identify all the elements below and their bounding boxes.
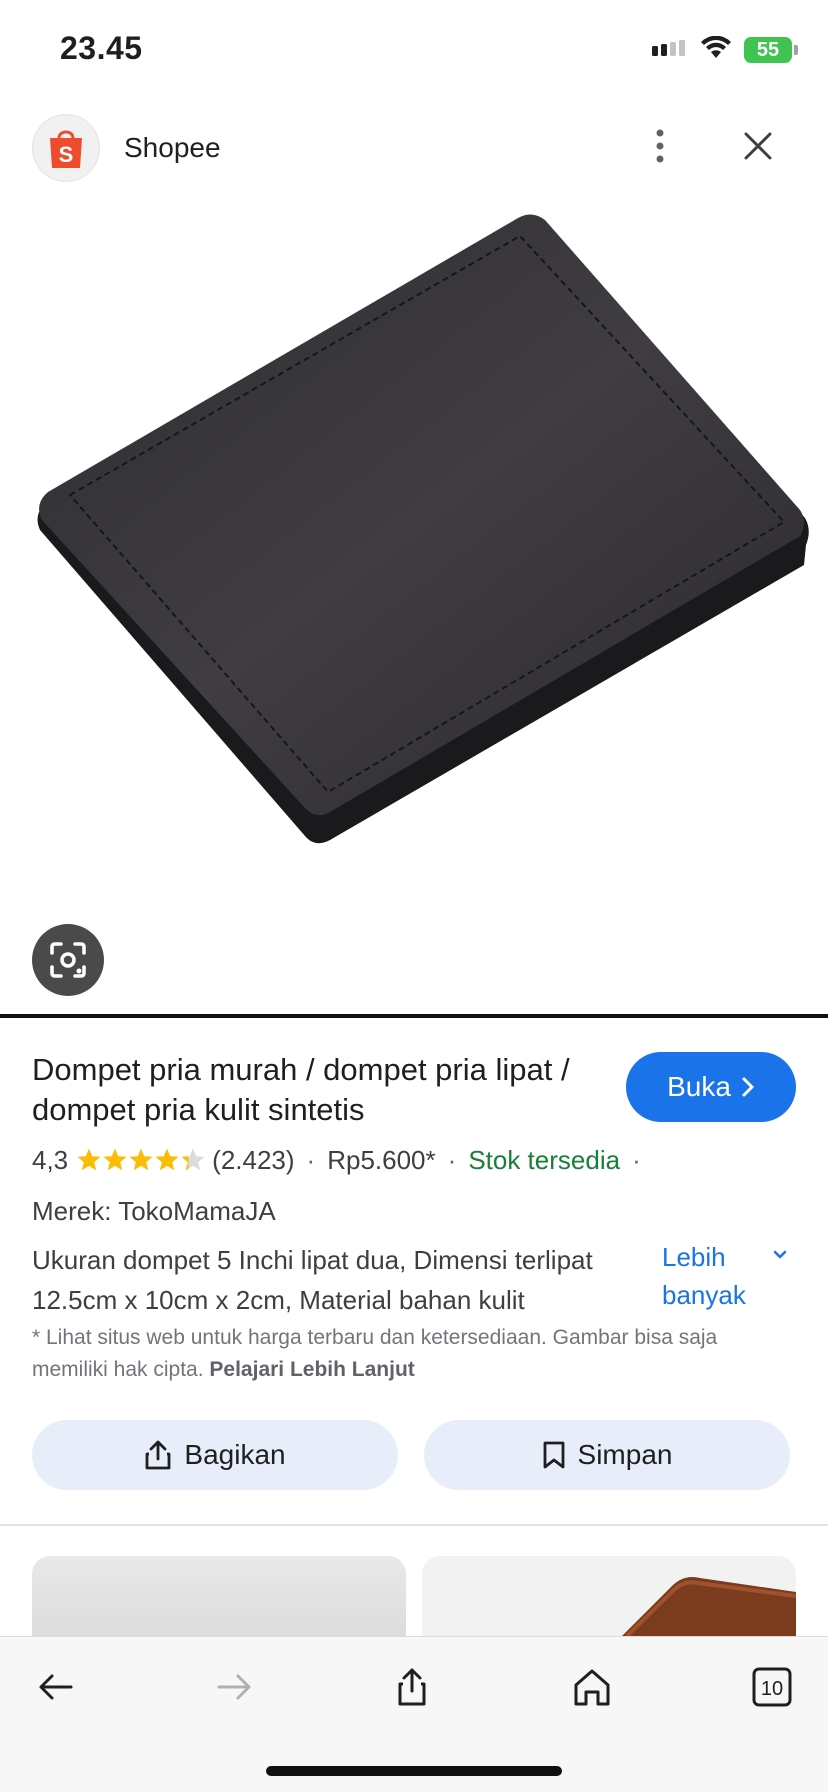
save-label: Simpan <box>577 1439 673 1470</box>
battery-charging-icon: 55 <box>744 37 798 63</box>
wifi-icon <box>700 35 732 65</box>
open-button[interactable]: Buka <box>626 1052 796 1122</box>
toolbar-share-button[interactable] <box>382 1657 442 1717</box>
lens-icon <box>50 942 86 978</box>
product-title: Dompet pria murah / dompet pria lipat / … <box>32 1052 570 1127</box>
close-icon <box>744 132 772 160</box>
star-rating <box>76 1147 206 1173</box>
stock-status: Stok tersedia <box>468 1144 621 1175</box>
product-description: Ukuran dompet 5 Inchi lipat dua, Dimensi… <box>32 1240 652 1320</box>
image-divider <box>0 1014 828 1018</box>
star-icon <box>129 1148 153 1171</box>
cellular-signal-icon <box>652 39 688 61</box>
rating-price-row: 4,3 (2.423) · Rp5.600* · Stok tersedia · <box>32 1140 653 1180</box>
share-label: Bagikan <box>184 1439 286 1470</box>
separator: · <box>447 1144 457 1175</box>
disclaimer: * Lihat situs web untuk harga terbaru da… <box>32 1322 792 1386</box>
save-button[interactable]: Simpan <box>424 1420 790 1490</box>
product-image[interactable] <box>0 200 828 1015</box>
home-indicator <box>266 1766 562 1776</box>
separator: · <box>306 1144 316 1175</box>
show-more-label: banyak <box>662 1280 746 1310</box>
learn-more-link[interactable]: Pelajari Lebih Lanjut <box>209 1358 414 1381</box>
separator: · <box>632 1144 641 1175</box>
close-button[interactable] <box>734 122 782 170</box>
description-line: 12.5cm x 10cm x 2cm, Material bahan kuli… <box>32 1285 525 1315</box>
status-time: 23.45 <box>60 30 143 66</box>
review-count: (2.423) <box>212 1144 295 1175</box>
shopee-logo[interactable]: S <box>32 114 100 182</box>
section-divider <box>0 1524 828 1526</box>
site-name: Shopee <box>124 132 221 163</box>
site-header: S Shopee <box>0 110 828 190</box>
open-label: Buka <box>667 1071 731 1102</box>
forward-icon <box>217 1674 251 1700</box>
battery-level: 55 <box>744 37 792 63</box>
price: Rp5.600* <box>327 1144 436 1175</box>
star-icon <box>77 1148 101 1171</box>
more-options-button[interactable] <box>640 122 680 170</box>
description-line: Ukuran dompet 5 Inchi lipat dua, Dimensi… <box>32 1245 593 1275</box>
share-button[interactable]: Bagikan <box>32 1420 398 1490</box>
tabs-icon: 10 <box>752 1667 792 1707</box>
logo-letter: S <box>59 142 74 167</box>
star-icon <box>155 1148 179 1171</box>
tabs-button[interactable]: 10 <box>742 1657 802 1717</box>
chevron-down-icon[interactable] <box>772 1248 788 1266</box>
star-icon <box>181 1148 205 1171</box>
chevron-right-icon <box>742 1077 754 1097</box>
home-button[interactable] <box>562 1657 622 1717</box>
brand: Merek: TokoMamaJA <box>32 1196 276 1226</box>
lens-button[interactable] <box>32 924 104 996</box>
share-icon <box>146 1440 171 1470</box>
rating-value: 4,3 <box>32 1144 69 1175</box>
back-button[interactable] <box>26 1657 86 1717</box>
status-bar: 23.45 55 <box>0 0 828 100</box>
star-icon <box>103 1148 127 1171</box>
bookmark-icon <box>543 1441 564 1469</box>
status-indicators: 55 <box>652 32 798 68</box>
related-product-thumbnail[interactable] <box>422 1556 796 1636</box>
more-vertical-icon <box>656 129 664 163</box>
forward-button[interactable] <box>204 1657 264 1717</box>
tabs-count: 10 <box>761 1678 783 1700</box>
related-product-thumbnail[interactable] <box>32 1556 406 1636</box>
back-icon <box>39 1674 73 1700</box>
home-icon <box>574 1669 610 1706</box>
share-icon <box>398 1668 426 1706</box>
